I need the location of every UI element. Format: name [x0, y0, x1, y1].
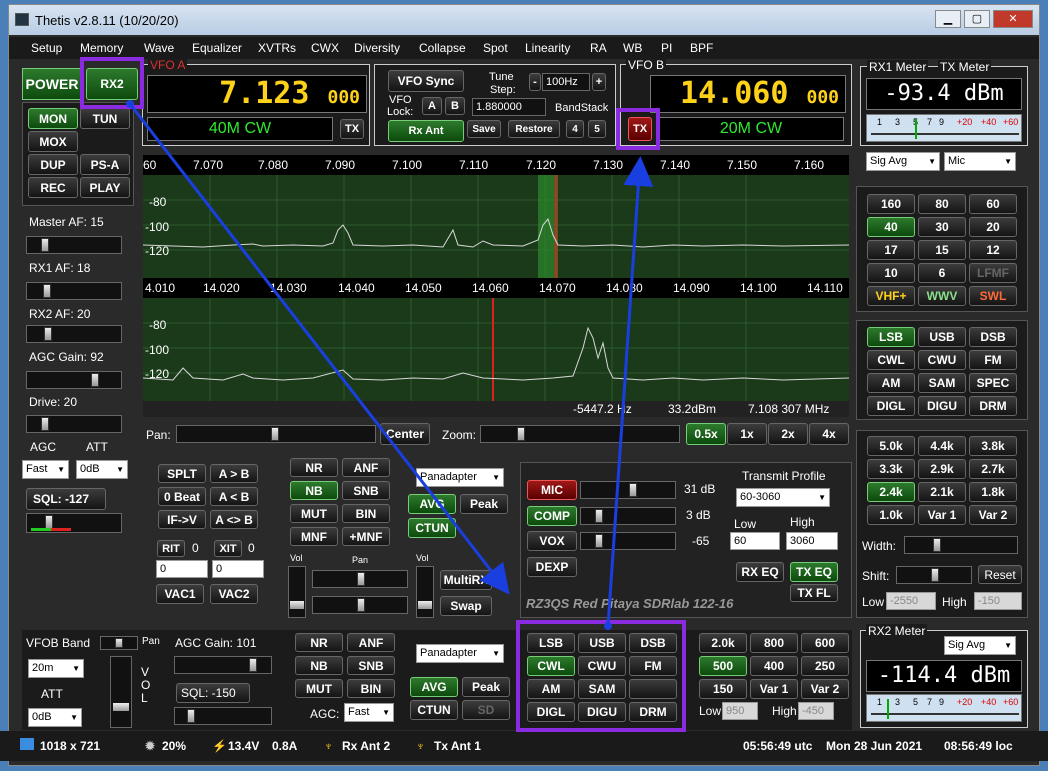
arrow-rx2-to-modes — [128, 103, 510, 595]
annotation-arrows — [126, 100, 654, 630]
arrow-modes-to-tx — [606, 156, 654, 627]
